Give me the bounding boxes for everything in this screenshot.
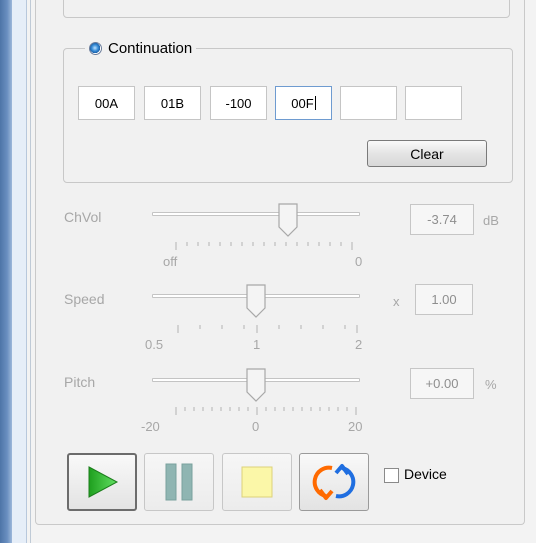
speed-prefix: x (393, 294, 400, 309)
pitch-tick-mid: 0 (252, 419, 260, 434)
chvol-ticks (175, 242, 353, 250)
window-edge-inner (12, 0, 27, 543)
stop-icon (241, 466, 273, 498)
stop-button[interactable] (222, 453, 292, 511)
field-value: 00A (94, 95, 119, 111)
pitch-unit: % (485, 377, 497, 392)
speed-ticks (177, 325, 358, 333)
chvol-label: ChVol (64, 209, 102, 225)
upper-group-box (63, 0, 510, 18)
text-caret (314, 96, 316, 110)
speed-slider-thumb[interactable] (246, 284, 266, 318)
pitch-label: Pitch (64, 374, 96, 390)
continuation-field-2[interactable]: 01B (144, 86, 201, 120)
field-value: 01B (160, 95, 185, 111)
window-edge-line (30, 0, 31, 543)
chvol-slider-thumb[interactable] (278, 203, 298, 237)
loop-icon (312, 464, 356, 500)
continuation-field-1[interactable]: 00A (78, 86, 135, 120)
speed-tick-max: 2 (355, 337, 363, 352)
continuation-radio[interactable] (89, 41, 102, 55)
chvol-tick-min: off (163, 254, 178, 269)
continuation-field-3[interactable]: -100 (210, 86, 267, 120)
play-button[interactable] (67, 453, 137, 511)
chvol-slider-track[interactable] (152, 212, 360, 216)
speed-label: Speed (64, 291, 105, 307)
speed-tick-mid: 1 (253, 337, 261, 352)
pitch-slider-thumb[interactable] (246, 368, 266, 402)
pause-icon (165, 463, 193, 501)
chvol-tick-max: 0 (355, 254, 363, 269)
pitch-value-box[interactable]: +0.00 (410, 368, 474, 399)
continuation-field-4[interactable]: 00F (275, 86, 332, 120)
loop-button[interactable] (299, 453, 369, 511)
field-value: -100 (225, 95, 252, 111)
continuation-field-5[interactable] (340, 86, 397, 120)
field-value: 00F (291, 95, 314, 111)
continuation-label: Continuation (108, 39, 193, 57)
continuation-legend[interactable]: Continuation (85, 37, 197, 59)
pitch-ticks (175, 407, 357, 415)
device-checkbox[interactable] (384, 468, 399, 483)
chvol-value-box[interactable]: -3.74 (410, 204, 474, 235)
continuation-field-6[interactable] (405, 86, 462, 120)
play-icon (88, 466, 119, 498)
device-label: Device (404, 466, 447, 482)
window-edge (0, 0, 12, 543)
pitch-tick-max: 20 (348, 419, 363, 434)
pitch-tick-min: -20 (141, 419, 160, 434)
speed-tick-min: 0.5 (145, 337, 164, 352)
speed-value-box[interactable]: 1.00 (415, 284, 473, 315)
chvol-unit: dB (483, 213, 499, 228)
clear-button[interactable]: Clear (367, 140, 487, 167)
pause-button[interactable] (144, 453, 214, 511)
